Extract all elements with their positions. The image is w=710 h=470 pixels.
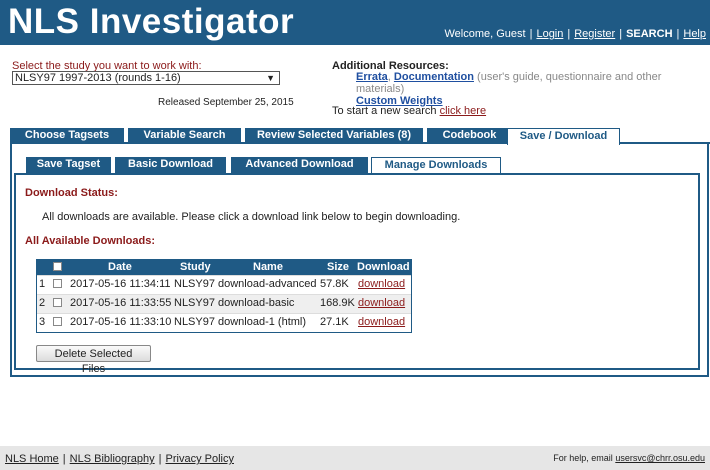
search-link[interactable]: SEARCH: [626, 28, 672, 40]
row-name: download-advanced: [218, 278, 317, 290]
documentation-link[interactable]: Documentation: [394, 71, 474, 83]
row-name: download-basic: [218, 297, 295, 309]
downloads-table: Date Study Name Size Download 1 2017-05-…: [36, 259, 412, 333]
row-date: 2017-05-16 11:33:10: [70, 316, 172, 328]
site-logo: NLS Investigator: [8, 2, 295, 41]
main-tabs: Choose Tagsets Variable Search Review Se…: [10, 128, 710, 145]
column-header-size: Size: [327, 261, 350, 273]
row-study: NLSY97: [174, 278, 215, 290]
row-size: 57.8K: [320, 278, 349, 290]
footer-nls-home-link[interactable]: NLS Home: [5, 453, 59, 465]
tab-codebook[interactable]: Codebook: [427, 128, 512, 144]
column-header-name: Name: [253, 261, 283, 273]
column-header-download: Download: [357, 261, 410, 273]
row-date: 2017-05-16 11:34:11: [70, 278, 171, 290]
site-footer: NLS Home | NLS Bibliography | Privacy Policy…: [0, 446, 710, 470]
help-link[interactable]: Help: [683, 28, 706, 40]
table-row: 1 2017-05-16 11:34:11 NLSY97 download-ad…: [37, 275, 411, 294]
welcome-text: Welcome, Guest: [444, 28, 526, 40]
new-search-text: To start a new search: [332, 105, 440, 117]
download-link[interactable]: download: [358, 297, 405, 309]
row-number: 1: [39, 278, 46, 290]
table-row: 3 2017-05-16 11:33:10 NLSY97 download-1 …: [37, 313, 411, 332]
tab-choose-tagsets[interactable]: Choose Tagsets: [10, 128, 124, 144]
download-link[interactable]: download: [358, 316, 405, 328]
resources-links: Errata, Documentation (user's guide, que…: [356, 71, 662, 107]
row-name: download-1 (html): [218, 316, 307, 328]
download-status-message: All downloads are available. Please clic…: [42, 211, 461, 223]
row-study: NLSY97: [174, 316, 215, 328]
row-size: 168.9K: [320, 297, 355, 309]
footer-privacy-link[interactable]: Privacy Policy: [166, 453, 234, 465]
row-size: 27.1K: [320, 316, 349, 328]
errata-link[interactable]: Errata: [356, 71, 388, 83]
download-link[interactable]: download: [358, 278, 405, 290]
column-header-study: Study: [180, 261, 211, 273]
table-row: 2 2017-05-16 11:33:55 NLSY97 download-ba…: [37, 294, 411, 313]
column-header-date: Date: [108, 261, 132, 273]
study-select-value: NLSY97 1997-2013 (rounds 1-16): [15, 72, 181, 84]
register-link[interactable]: Register: [574, 28, 615, 40]
row-number: 2: [39, 297, 46, 309]
subtab-advanced-download[interactable]: Advanced Download: [231, 157, 368, 173]
login-link[interactable]: Login: [536, 28, 563, 40]
site-header: NLS Investigator Welcome, Guest | Login | Re…: [0, 0, 710, 45]
subtab-save-tagset[interactable]: Save Tagset: [26, 157, 111, 173]
select-all-checkbox[interactable]: [53, 261, 62, 274]
footer-bibliography-link[interactable]: NLS Bibliography: [70, 453, 155, 465]
row-number: 3: [39, 316, 46, 328]
new-search-link[interactable]: click here: [440, 105, 486, 117]
footer-help-email-link[interactable]: usersvc@chrr.osu.edu: [615, 453, 705, 463]
new-search: To start a new search click here: [332, 105, 486, 117]
row-date: 2017-05-16 11:33:55: [70, 297, 172, 309]
row-checkbox[interactable]: [53, 297, 62, 310]
study-select[interactable]: NLSY97 1997-2013 (rounds 1-16) ▼: [12, 71, 280, 85]
row-study: NLSY97: [174, 297, 215, 309]
top-links: Welcome, Guest | Login | Register | SEARCH | Hel…: [444, 28, 706, 40]
dropdown-arrow-icon: ▼: [266, 73, 275, 83]
release-date: Released September 25, 2015: [158, 97, 294, 108]
delete-selected-files-button[interactable]: Delete Selected Files: [36, 345, 151, 375]
tab-variable-search[interactable]: Variable Search: [128, 128, 241, 144]
footer-help-text: For help, email: [553, 453, 616, 463]
download-status-heading: Download Status:: [25, 187, 118, 199]
subtab-basic-download[interactable]: Basic Download: [115, 157, 226, 173]
table-header: Date Study Name Size Download: [37, 260, 411, 275]
available-downloads-heading: All Available Downloads:: [25, 235, 155, 247]
row-checkbox[interactable]: [53, 278, 62, 291]
tab-review-selected-variables[interactable]: Review Selected Variables (8): [245, 128, 423, 144]
row-checkbox[interactable]: [53, 316, 62, 329]
footer-help: For help, email usersvc@chrr.osu.edu: [553, 453, 705, 463]
footer-links: NLS Home | NLS Bibliography | Privacy Policy: [5, 453, 234, 465]
